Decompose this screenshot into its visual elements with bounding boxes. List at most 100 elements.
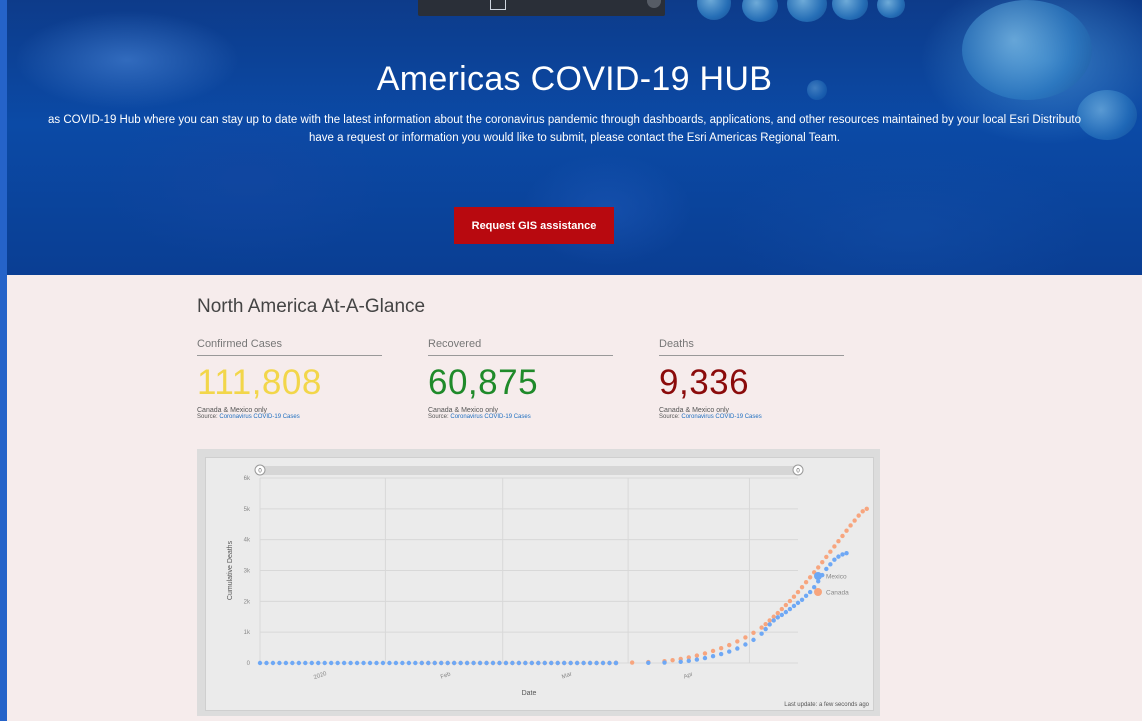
data-point-canada xyxy=(787,598,793,604)
data-point-mexico xyxy=(510,660,515,666)
data-point-canada xyxy=(816,565,821,570)
data-point-mexico xyxy=(702,655,708,661)
source-link[interactable]: Coronavirus COVID-19 Cases xyxy=(219,414,299,420)
data-point-mexico xyxy=(296,660,302,666)
data-point-canada xyxy=(836,539,841,544)
virus-decoration xyxy=(877,0,905,18)
source-link[interactable]: Coronavirus COVID-19 Cases xyxy=(450,414,530,420)
stat-note: Canada & Mexico only xyxy=(197,407,268,414)
x-tick-label: Apr xyxy=(683,672,694,681)
data-point-canada xyxy=(759,625,764,630)
data-point-canada xyxy=(852,518,857,523)
data-point-mexico xyxy=(763,626,768,632)
data-point-mexico xyxy=(779,612,785,618)
data-point-canada xyxy=(807,575,813,580)
source-prefix: Source: xyxy=(197,414,220,420)
data-point-canada xyxy=(775,610,780,616)
data-point-mexico xyxy=(581,660,586,666)
data-point-canada xyxy=(820,559,825,565)
data-point-canada xyxy=(844,528,849,533)
data-point-mexico xyxy=(795,600,801,606)
range-slider-track xyxy=(260,466,798,475)
search-box[interactable] xyxy=(490,0,506,10)
virus-decoration xyxy=(697,0,731,20)
stat-source: Source: Coronavirus COVID-19 Cases xyxy=(659,414,843,420)
y-tick-label: 3k xyxy=(244,569,251,575)
data-point-canada xyxy=(767,618,772,623)
source-prefix: Source: xyxy=(659,414,682,420)
data-point-mexico xyxy=(542,660,547,666)
data-point-mexico xyxy=(387,660,392,666)
data-point-mexico xyxy=(568,660,573,666)
data-point-canada xyxy=(727,642,732,648)
y-axis-label: Cumulative Deaths xyxy=(227,540,234,600)
data-point-mexico xyxy=(555,660,560,666)
data-point-mexico xyxy=(840,552,845,557)
source-prefix: Source: xyxy=(428,414,451,420)
data-point-mexico xyxy=(783,609,789,615)
stat-value: 9,336 xyxy=(659,363,750,402)
data-point-mexico xyxy=(484,660,489,666)
data-point-mexico xyxy=(361,660,366,666)
virus-decoration xyxy=(832,0,868,20)
data-point-mexico xyxy=(367,660,373,666)
data-point-canada xyxy=(751,630,756,635)
data-point-mexico xyxy=(354,660,360,666)
data-point-mexico xyxy=(406,660,412,666)
stat-deaths: Deaths 9,336 Canada & Mexico only Source… xyxy=(659,338,844,420)
data-point-canada xyxy=(629,660,635,665)
data-point-mexico xyxy=(710,654,716,659)
data-point-mexico xyxy=(348,660,353,666)
data-point-mexico xyxy=(257,660,263,666)
data-point-mexico xyxy=(836,554,841,559)
last-update-text: Last update: a few seconds ago xyxy=(784,702,869,708)
hero-banner: Americas COVID-19 HUB as COVID-19 Hub wh… xyxy=(7,0,1142,275)
data-point-mexico xyxy=(426,660,431,666)
data-point-canada xyxy=(694,653,700,658)
stat-source: Source: Coronavirus COVID-19 Cases xyxy=(428,414,612,420)
data-point-canada xyxy=(824,554,829,560)
data-point-mexico xyxy=(759,631,764,636)
data-point-canada xyxy=(670,658,675,663)
stat-recovered: Recovered 60,875 Canada & Mexico only So… xyxy=(428,338,613,420)
data-point-mexico xyxy=(464,660,470,666)
stat-label: Deaths xyxy=(659,338,844,356)
data-point-mexico xyxy=(828,562,833,567)
hero-description-line1: as COVID-19 Hub where you can stay up to… xyxy=(47,114,1081,126)
data-point-mexico xyxy=(439,660,444,666)
data-point-mexico xyxy=(824,566,829,572)
y-tick-label: 0 xyxy=(247,661,251,667)
data-point-mexico xyxy=(341,660,347,666)
data-point-canada xyxy=(779,606,785,612)
data-point-canada xyxy=(702,651,708,656)
data-point-mexico xyxy=(316,660,321,666)
y-tick-label: 5k xyxy=(244,507,251,513)
request-gis-assistance-button[interactable]: Request GIS assistance xyxy=(454,207,614,244)
legend-label-canada: Canada xyxy=(826,590,849,597)
data-point-mexico xyxy=(694,657,700,662)
data-point-mexico xyxy=(290,660,295,666)
virus-decoration xyxy=(787,0,827,22)
search-icon[interactable] xyxy=(647,0,661,8)
data-point-mexico xyxy=(799,597,805,602)
chart-card: 0 0 0 1k 2k 3k 4k 5k 6k 2020 Feb Mar Apr Date Cumulati… xyxy=(197,449,880,716)
hero-description: as COVID-19 Hub where you can stay up to… xyxy=(7,111,1142,147)
data-point-canada xyxy=(735,639,740,644)
data-point-mexico xyxy=(751,637,756,643)
data-point-mexico xyxy=(523,660,528,666)
source-link[interactable]: Coronavirus COVID-19 Cases xyxy=(681,414,761,420)
page: Americas COVID-19 HUB as COVID-19 Hub wh… xyxy=(7,0,1142,721)
top-search-bar[interactable] xyxy=(418,0,665,16)
stat-label: Confirmed Cases xyxy=(197,338,382,356)
data-point-mexico xyxy=(264,660,269,666)
data-point-canada xyxy=(864,506,869,512)
data-point-mexico xyxy=(283,660,289,666)
data-point-mexico xyxy=(490,660,496,666)
x-axis-label: Date xyxy=(522,690,537,697)
legend-marker-mexico xyxy=(814,572,822,580)
x-tick-label: Feb xyxy=(440,671,452,680)
data-point-canada xyxy=(795,589,801,595)
data-point-mexico xyxy=(270,660,276,666)
hero-description-line2: have a request or information you would … xyxy=(309,132,840,144)
data-point-mexico xyxy=(574,660,580,666)
